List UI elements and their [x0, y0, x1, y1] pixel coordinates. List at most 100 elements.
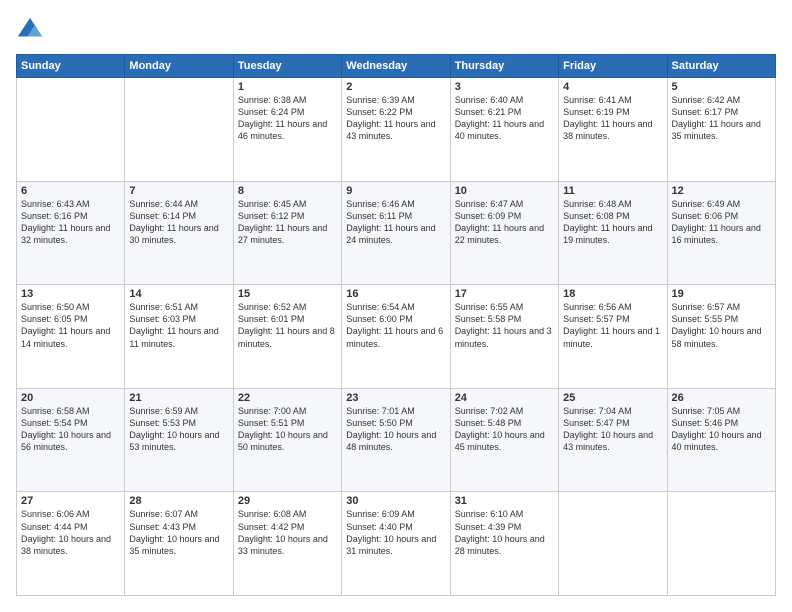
day-info: Sunrise: 6:48 AM Sunset: 6:08 PM Dayligh… [563, 198, 662, 247]
day-info: Sunrise: 6:52 AM Sunset: 6:01 PM Dayligh… [238, 301, 337, 350]
week-row-3: 13Sunrise: 6:50 AM Sunset: 6:05 PM Dayli… [17, 285, 776, 389]
week-row-1: 1Sunrise: 6:38 AM Sunset: 6:24 PM Daylig… [17, 78, 776, 182]
day-cell: 30Sunrise: 6:09 AM Sunset: 4:40 PM Dayli… [342, 492, 450, 596]
day-info: Sunrise: 7:00 AM Sunset: 5:51 PM Dayligh… [238, 405, 337, 454]
day-info: Sunrise: 6:56 AM Sunset: 5:57 PM Dayligh… [563, 301, 662, 350]
day-cell: 27Sunrise: 6:06 AM Sunset: 4:44 PM Dayli… [17, 492, 125, 596]
day-number: 23 [346, 392, 445, 404]
day-cell: 26Sunrise: 7:05 AM Sunset: 5:46 PM Dayli… [667, 388, 775, 492]
day-cell: 24Sunrise: 7:02 AM Sunset: 5:48 PM Dayli… [450, 388, 558, 492]
day-number: 28 [129, 495, 228, 507]
day-cell: 16Sunrise: 6:54 AM Sunset: 6:00 PM Dayli… [342, 285, 450, 389]
day-cell: 10Sunrise: 6:47 AM Sunset: 6:09 PM Dayli… [450, 181, 558, 285]
day-info: Sunrise: 7:02 AM Sunset: 5:48 PM Dayligh… [455, 405, 554, 454]
col-header-friday: Friday [559, 55, 667, 78]
day-cell: 1Sunrise: 6:38 AM Sunset: 6:24 PM Daylig… [233, 78, 341, 182]
day-number: 15 [238, 288, 337, 300]
day-number: 5 [672, 81, 771, 93]
page: SundayMondayTuesdayWednesdayThursdayFrid… [0, 0, 792, 612]
week-row-4: 20Sunrise: 6:58 AM Sunset: 5:54 PM Dayli… [17, 388, 776, 492]
day-cell: 13Sunrise: 6:50 AM Sunset: 6:05 PM Dayli… [17, 285, 125, 389]
col-header-tuesday: Tuesday [233, 55, 341, 78]
col-header-wednesday: Wednesday [342, 55, 450, 78]
day-cell [17, 78, 125, 182]
logo-icon [16, 16, 44, 44]
day-number: 14 [129, 288, 228, 300]
day-cell: 22Sunrise: 7:00 AM Sunset: 5:51 PM Dayli… [233, 388, 341, 492]
day-info: Sunrise: 6:41 AM Sunset: 6:19 PM Dayligh… [563, 94, 662, 143]
day-info: Sunrise: 6:07 AM Sunset: 4:43 PM Dayligh… [129, 508, 228, 557]
day-info: Sunrise: 6:51 AM Sunset: 6:03 PM Dayligh… [129, 301, 228, 350]
col-header-monday: Monday [125, 55, 233, 78]
day-info: Sunrise: 6:44 AM Sunset: 6:14 PM Dayligh… [129, 198, 228, 247]
day-info: Sunrise: 6:59 AM Sunset: 5:53 PM Dayligh… [129, 405, 228, 454]
day-cell: 11Sunrise: 6:48 AM Sunset: 6:08 PM Dayli… [559, 181, 667, 285]
day-number: 11 [563, 185, 662, 197]
day-number: 6 [21, 185, 120, 197]
day-number: 25 [563, 392, 662, 404]
day-info: Sunrise: 6:54 AM Sunset: 6:00 PM Dayligh… [346, 301, 445, 350]
day-info: Sunrise: 7:04 AM Sunset: 5:47 PM Dayligh… [563, 405, 662, 454]
day-number: 24 [455, 392, 554, 404]
day-cell: 15Sunrise: 6:52 AM Sunset: 6:01 PM Dayli… [233, 285, 341, 389]
logo [16, 16, 48, 44]
day-cell: 31Sunrise: 6:10 AM Sunset: 4:39 PM Dayli… [450, 492, 558, 596]
day-info: Sunrise: 6:46 AM Sunset: 6:11 PM Dayligh… [346, 198, 445, 247]
day-number: 29 [238, 495, 337, 507]
day-number: 19 [672, 288, 771, 300]
day-number: 10 [455, 185, 554, 197]
day-cell: 17Sunrise: 6:55 AM Sunset: 5:58 PM Dayli… [450, 285, 558, 389]
day-cell: 28Sunrise: 6:07 AM Sunset: 4:43 PM Dayli… [125, 492, 233, 596]
day-number: 30 [346, 495, 445, 507]
day-info: Sunrise: 6:40 AM Sunset: 6:21 PM Dayligh… [455, 94, 554, 143]
day-info: Sunrise: 6:50 AM Sunset: 6:05 PM Dayligh… [21, 301, 120, 350]
day-number: 18 [563, 288, 662, 300]
col-header-thursday: Thursday [450, 55, 558, 78]
day-info: Sunrise: 6:06 AM Sunset: 4:44 PM Dayligh… [21, 508, 120, 557]
week-row-5: 27Sunrise: 6:06 AM Sunset: 4:44 PM Dayli… [17, 492, 776, 596]
day-cell [125, 78, 233, 182]
day-info: Sunrise: 6:45 AM Sunset: 6:12 PM Dayligh… [238, 198, 337, 247]
day-cell [559, 492, 667, 596]
day-number: 22 [238, 392, 337, 404]
day-number: 8 [238, 185, 337, 197]
day-number: 1 [238, 81, 337, 93]
day-info: Sunrise: 6:39 AM Sunset: 6:22 PM Dayligh… [346, 94, 445, 143]
day-info: Sunrise: 6:43 AM Sunset: 6:16 PM Dayligh… [21, 198, 120, 247]
day-number: 2 [346, 81, 445, 93]
day-cell: 3Sunrise: 6:40 AM Sunset: 6:21 PM Daylig… [450, 78, 558, 182]
header [16, 16, 776, 44]
day-number: 20 [21, 392, 120, 404]
day-number: 7 [129, 185, 228, 197]
day-info: Sunrise: 6:55 AM Sunset: 5:58 PM Dayligh… [455, 301, 554, 350]
day-info: Sunrise: 6:42 AM Sunset: 6:17 PM Dayligh… [672, 94, 771, 143]
day-cell: 21Sunrise: 6:59 AM Sunset: 5:53 PM Dayli… [125, 388, 233, 492]
day-number: 3 [455, 81, 554, 93]
day-cell: 18Sunrise: 6:56 AM Sunset: 5:57 PM Dayli… [559, 285, 667, 389]
day-info: Sunrise: 6:38 AM Sunset: 6:24 PM Dayligh… [238, 94, 337, 143]
day-cell: 14Sunrise: 6:51 AM Sunset: 6:03 PM Dayli… [125, 285, 233, 389]
day-number: 21 [129, 392, 228, 404]
day-cell: 9Sunrise: 6:46 AM Sunset: 6:11 PM Daylig… [342, 181, 450, 285]
day-cell: 8Sunrise: 6:45 AM Sunset: 6:12 PM Daylig… [233, 181, 341, 285]
day-info: Sunrise: 6:47 AM Sunset: 6:09 PM Dayligh… [455, 198, 554, 247]
day-cell: 6Sunrise: 6:43 AM Sunset: 6:16 PM Daylig… [17, 181, 125, 285]
calendar-header-row: SundayMondayTuesdayWednesdayThursdayFrid… [17, 55, 776, 78]
calendar-table: SundayMondayTuesdayWednesdayThursdayFrid… [16, 54, 776, 596]
day-number: 4 [563, 81, 662, 93]
day-info: Sunrise: 6:08 AM Sunset: 4:42 PM Dayligh… [238, 508, 337, 557]
day-info: Sunrise: 6:57 AM Sunset: 5:55 PM Dayligh… [672, 301, 771, 350]
day-cell: 2Sunrise: 6:39 AM Sunset: 6:22 PM Daylig… [342, 78, 450, 182]
day-info: Sunrise: 6:09 AM Sunset: 4:40 PM Dayligh… [346, 508, 445, 557]
day-info: Sunrise: 6:58 AM Sunset: 5:54 PM Dayligh… [21, 405, 120, 454]
day-cell: 20Sunrise: 6:58 AM Sunset: 5:54 PM Dayli… [17, 388, 125, 492]
day-info: Sunrise: 6:10 AM Sunset: 4:39 PM Dayligh… [455, 508, 554, 557]
day-info: Sunrise: 6:49 AM Sunset: 6:06 PM Dayligh… [672, 198, 771, 247]
day-number: 27 [21, 495, 120, 507]
week-row-2: 6Sunrise: 6:43 AM Sunset: 6:16 PM Daylig… [17, 181, 776, 285]
day-cell: 5Sunrise: 6:42 AM Sunset: 6:17 PM Daylig… [667, 78, 775, 182]
day-number: 17 [455, 288, 554, 300]
day-cell: 29Sunrise: 6:08 AM Sunset: 4:42 PM Dayli… [233, 492, 341, 596]
day-cell: 7Sunrise: 6:44 AM Sunset: 6:14 PM Daylig… [125, 181, 233, 285]
day-info: Sunrise: 7:01 AM Sunset: 5:50 PM Dayligh… [346, 405, 445, 454]
